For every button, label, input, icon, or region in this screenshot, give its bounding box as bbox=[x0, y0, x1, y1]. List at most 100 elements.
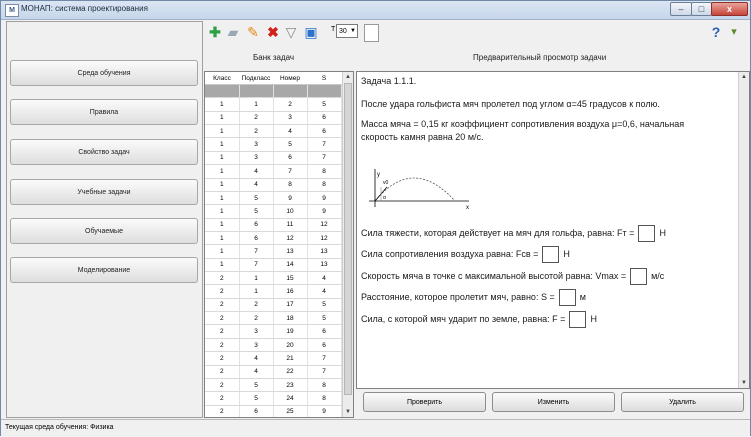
table-cell: 19 bbox=[273, 324, 308, 339]
main-window: M МОНАП: система проектирования – □ x Ср… bbox=[0, 0, 751, 437]
answer-input-4[interactable] bbox=[558, 289, 576, 306]
delete-button[interactable]: Удалить bbox=[621, 392, 744, 412]
table-row[interactable]: 2 1 15 4 bbox=[205, 271, 342, 286]
app-icon: M bbox=[5, 4, 19, 17]
help-icon[interactable]: ? bbox=[707, 23, 725, 41]
x-label: x bbox=[466, 205, 469, 211]
font-size-select[interactable]: 30 ▼ bbox=[336, 24, 358, 38]
table-cell: 2 bbox=[205, 378, 240, 393]
table-row[interactable]: 2 5 24 8 bbox=[205, 391, 342, 406]
question-5: Сила, с которой мяч ударит по земле, рав… bbox=[361, 311, 597, 328]
page-icon[interactable] bbox=[364, 24, 379, 42]
table-row[interactable]: 1 6 12 12 bbox=[205, 231, 342, 246]
table-row[interactable]: 1 5 10 9 bbox=[205, 204, 342, 219]
image-icon[interactable]: ▣ bbox=[302, 23, 320, 41]
table-cell: 4 bbox=[307, 284, 342, 299]
scroll-up-icon[interactable]: ▲ bbox=[343, 72, 353, 82]
delete-icon[interactable]: ✖ bbox=[264, 23, 282, 41]
sidebar-item-task-properties[interactable]: Свойство задач bbox=[10, 139, 198, 165]
table-cell: 4 bbox=[239, 178, 274, 192]
table-row[interactable]: 2 2 18 5 bbox=[205, 311, 342, 326]
table-scrollbar[interactable]: ▲ ▼ bbox=[342, 72, 353, 417]
filter-icon[interactable]: ▽ bbox=[282, 23, 300, 41]
brush-icon[interactable]: ▾ bbox=[725, 23, 743, 41]
preview-scrollbar[interactable]: ▲ ▼ bbox=[738, 72, 749, 388]
table-cell: 2 bbox=[205, 298, 240, 313]
table-row[interactable]: 2 2 17 5 bbox=[205, 298, 342, 313]
bank-header: Банк задач bbox=[253, 53, 295, 62]
answer-input-1[interactable] bbox=[638, 225, 656, 242]
minimize-button[interactable]: – bbox=[670, 2, 692, 16]
table-cell: 13 bbox=[273, 244, 308, 259]
chevron-down-icon: ▼ bbox=[350, 28, 356, 34]
table-row[interactable]: 1246 bbox=[205, 124, 342, 139]
table-row[interactable]: 2 4 21 7 bbox=[205, 351, 342, 366]
table-row[interactable]: 1236 bbox=[205, 111, 342, 126]
edit-button[interactable]: Изменить bbox=[492, 392, 615, 412]
table-cell: 1 bbox=[205, 191, 240, 206]
eraser-icon[interactable]: ▰ bbox=[224, 23, 242, 41]
table-cell: 11 bbox=[273, 218, 308, 232]
table-row[interactable]: 1367 bbox=[205, 151, 342, 166]
table-cell: 15 bbox=[273, 271, 308, 286]
table-row[interactable]: 2 6 25 9 bbox=[205, 405, 342, 417]
check-button[interactable]: Проверить bbox=[363, 392, 486, 412]
table-cell: 6 bbox=[307, 111, 342, 126]
table-row[interactable]: 2 3 20 6 bbox=[205, 338, 342, 353]
table-cell: 14 bbox=[273, 258, 308, 273]
status-text: Текущая среда обучения: Физика bbox=[5, 424, 114, 431]
col-s[interactable]: S bbox=[307, 72, 341, 85]
close-button[interactable]: x bbox=[711, 2, 748, 16]
question-3-unit: м/с bbox=[651, 270, 665, 281]
table-cell: 2 bbox=[205, 324, 240, 339]
answer-input-5[interactable] bbox=[569, 311, 587, 328]
preview-header: Предварительный просмотр задачи bbox=[473, 53, 607, 62]
answer-input-2[interactable] bbox=[542, 246, 560, 263]
col-class[interactable]: Класс bbox=[205, 72, 239, 85]
table-cell: 5 bbox=[307, 97, 342, 112]
table-row[interactable]: 2 5 23 8 bbox=[205, 378, 342, 393]
task-bank-table: Класс Подкласс Номер S 11111125123612461… bbox=[204, 71, 354, 418]
table-cell: 4 bbox=[307, 271, 342, 286]
pencil-icon[interactable]: ✎ bbox=[244, 23, 262, 41]
table-row[interactable]: 1357 bbox=[205, 137, 342, 152]
table-cell: 1 bbox=[205, 231, 240, 246]
answer-input-3[interactable] bbox=[630, 268, 648, 285]
table-row[interactable]: 1125 bbox=[205, 97, 342, 112]
table-row[interactable]: 2 3 19 6 bbox=[205, 324, 342, 339]
table-row[interactable]: 1 7 14 13 bbox=[205, 258, 342, 273]
sidebar-item-environment[interactable]: Среда обучения bbox=[10, 60, 198, 86]
table-cell: 12 bbox=[273, 231, 308, 246]
scroll-down-icon[interactable]: ▼ bbox=[343, 407, 353, 417]
sidebar-item-tasks[interactable]: Учебные задачи bbox=[10, 179, 198, 205]
sidebar-item-rules[interactable]: Правила bbox=[10, 99, 198, 125]
table-row[interactable]: 1599 bbox=[205, 191, 342, 206]
col-number[interactable]: Номер bbox=[273, 72, 307, 85]
preview-scroll-down-icon[interactable]: ▼ bbox=[739, 378, 749, 388]
table-row[interactable]: 1111 bbox=[205, 84, 342, 99]
y-label: y bbox=[377, 172, 380, 178]
sidebar-item-modeling[interactable]: Моделирование bbox=[10, 257, 198, 283]
table-cell: 2 bbox=[239, 311, 274, 326]
table-row[interactable]: 1 6 11 12 bbox=[205, 218, 342, 232]
v0-label: v0 bbox=[383, 180, 389, 186]
add-icon[interactable]: ✚ bbox=[206, 23, 224, 41]
scroll-thumb[interactable] bbox=[344, 83, 352, 395]
table-row[interactable]: 2 4 22 7 bbox=[205, 365, 342, 379]
table-cell: 25 bbox=[273, 405, 308, 417]
table-cell: 2 bbox=[205, 338, 240, 353]
table-cell: 5 bbox=[239, 378, 274, 393]
table-cell: 1 bbox=[239, 97, 274, 112]
col-subclass[interactable]: Подкласс bbox=[239, 72, 273, 85]
font-size-value: 30 bbox=[339, 28, 347, 35]
table-cell: 4 bbox=[239, 365, 274, 379]
preview-scroll-up-icon[interactable]: ▲ bbox=[739, 72, 749, 82]
table-cell: 1 bbox=[239, 84, 274, 99]
sidebar-item-learners[interactable]: Обучаемые bbox=[10, 218, 198, 244]
table-row[interactable]: 1 7 13 13 bbox=[205, 244, 342, 259]
table-row[interactable]: 1488 bbox=[205, 178, 342, 192]
table-cell: 6 bbox=[239, 405, 274, 417]
table-row[interactable]: 2 1 16 4 bbox=[205, 284, 342, 299]
table-row[interactable]: 1478 bbox=[205, 164, 342, 179]
maximize-button[interactable]: □ bbox=[691, 2, 712, 16]
